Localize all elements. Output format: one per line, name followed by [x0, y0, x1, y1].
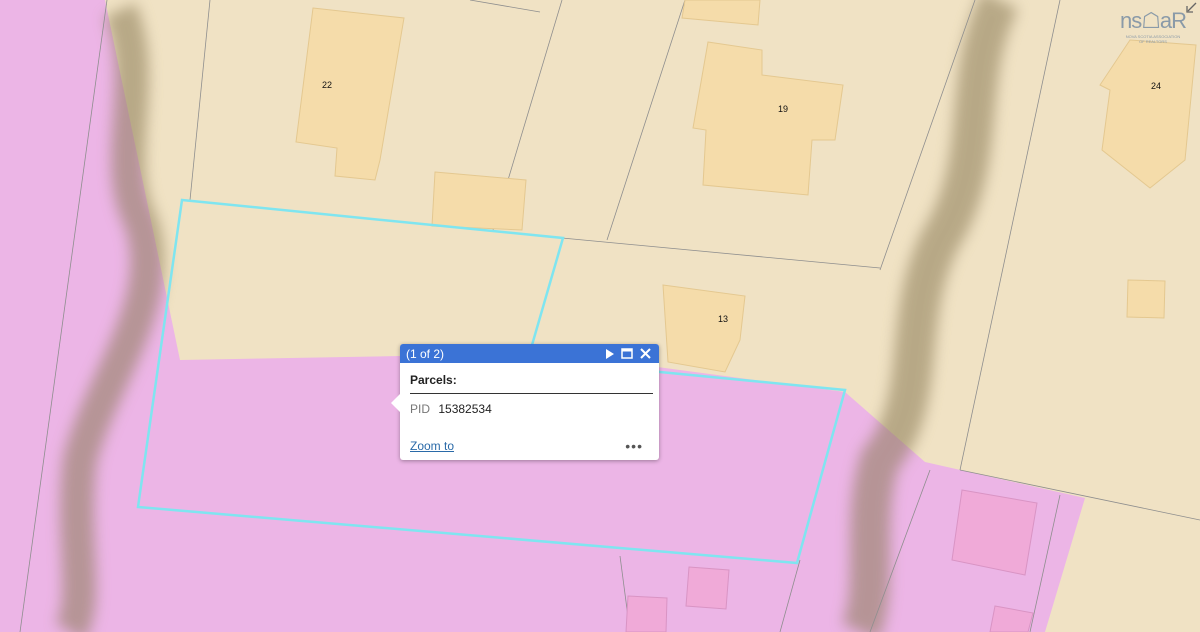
attribute-row: PID 15382534 [410, 402, 653, 416]
play-next-icon[interactable] [601, 346, 617, 362]
parcel-popup: (1 of 2) Parcels: PID 15382534 Zoom to •… [391, 344, 659, 460]
nsar-logo: ns☖aR NOVA SCOTIA ASSOCIATION OF REALTOR… [1112, 8, 1194, 44]
parcel-label-22: 22 [322, 80, 332, 90]
logo-subtitle-2: OF REALTORS [1139, 39, 1167, 44]
logo-word: ns☖aR [1119, 8, 1187, 33]
maximize-icon[interactable] [619, 346, 635, 362]
parcel-map[interactable]: 22 19 24 13 [0, 0, 1200, 632]
attribute-value: 15382534 [438, 402, 492, 416]
collapse-icon[interactable] [1185, 2, 1197, 14]
popup-title: (1 of 2) [406, 346, 445, 361]
parcel-label-13: 13 [718, 314, 728, 324]
layer-name: Parcels: [410, 373, 653, 394]
more-options-icon[interactable]: ••• [625, 438, 643, 454]
close-icon[interactable] [637, 346, 653, 362]
parcel-label-24: 24 [1151, 81, 1161, 91]
popup-pointer [391, 394, 400, 412]
popup-header: (1 of 2) [400, 344, 659, 363]
parcel-label-19: 19 [778, 104, 788, 114]
attribute-key: PID [410, 402, 431, 416]
zoom-to-link[interactable]: Zoom to [410, 439, 454, 453]
